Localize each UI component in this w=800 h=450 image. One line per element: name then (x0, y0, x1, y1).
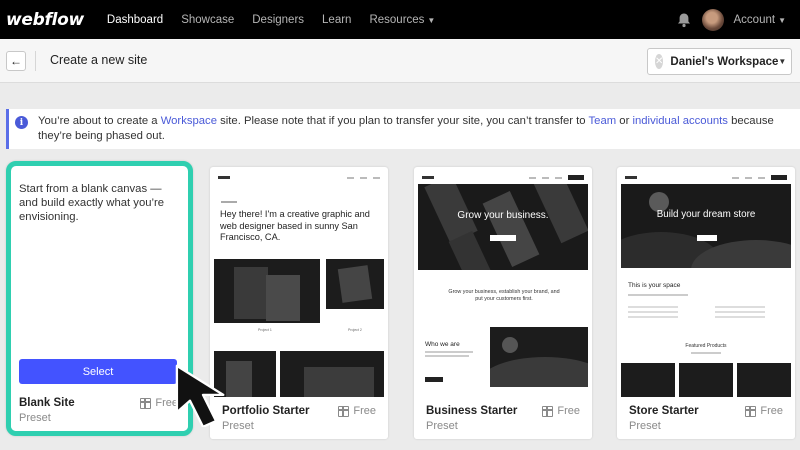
preview-heading: Hey there! I'm a creative graphic and we… (220, 209, 370, 242)
chevron-down-icon: ▼ (778, 15, 786, 25)
page-title: Create a new site (50, 53, 148, 67)
card-footer: Blank Site Preset Free (11, 391, 188, 431)
nav-right: Account ▼ (676, 8, 786, 31)
gift-icon (338, 405, 350, 417)
card-footer: Business Starter Preset Free (414, 397, 592, 439)
back-button[interactable]: ← (6, 51, 26, 71)
nav-links: Dashboard Showcase Designers Learn Resou… (98, 14, 444, 26)
price-badge: Free (745, 405, 783, 417)
card-name: Portfolio Starter (222, 405, 310, 417)
mouse-pointer-icon (175, 364, 225, 427)
card-footer: Portfolio Starter Preset Free (210, 397, 388, 439)
template-preview: Build your dream store This is your spac… (621, 171, 791, 397)
price-badge: Free (542, 405, 580, 417)
price-badge: Free (140, 397, 178, 409)
avatar[interactable] (701, 8, 724, 31)
price-badge: Free (338, 405, 376, 417)
banner-text: You’re about to create a Workspace site.… (38, 114, 794, 144)
price-label: Free (760, 405, 783, 417)
banner-text-part: You’re about to create a (38, 115, 161, 127)
webflow-logo[interactable]: webflow (6, 10, 84, 30)
info-icon: i (15, 116, 28, 129)
select-button[interactable]: Select (19, 359, 177, 384)
blank-site-description: Start from a blank canvas — and build ex… (19, 183, 165, 223)
team-link[interactable]: Team (589, 115, 617, 127)
card-preset: Preset (19, 412, 51, 424)
workspace-icon: ✕ (655, 54, 664, 69)
preview-tagline: Grow your business, establish your brand… (448, 289, 560, 302)
workspace-label: Daniel's Workspace (670, 55, 779, 68)
template-preview: Hey there! I'm a creative graphic and we… (214, 171, 384, 397)
nav-dashboard[interactable]: Dashboard (98, 14, 172, 26)
card-preset: Preset (629, 420, 661, 432)
template-card-store-starter[interactable]: Build your dream store This is your spac… (617, 167, 795, 439)
workspace-link[interactable]: Workspace (161, 115, 217, 127)
account-label: Account (733, 13, 776, 26)
template-preview: Grow your business. Grow your business, … (418, 171, 588, 397)
chevron-down-icon: ▼ (427, 15, 436, 25)
card-footer: Store Starter Preset Free (617, 397, 795, 439)
template-card-portfolio-starter[interactable]: Hey there! I'm a creative graphic and we… (210, 167, 388, 439)
top-nav: webflow Dashboard Showcase Designers Lea… (0, 0, 800, 39)
banner-text-part: or (616, 115, 633, 127)
bell-icon[interactable] (676, 12, 692, 28)
preview-nav (418, 171, 588, 184)
nav-designers[interactable]: Designers (243, 14, 313, 26)
account-menu[interactable]: Account ▼ (734, 14, 786, 26)
preview-project-2: Project 2 (348, 328, 362, 332)
gift-icon (542, 405, 554, 417)
card-name: Blank Site (19, 397, 75, 409)
nav-resources-label: Resources (369, 13, 425, 26)
card-name: Business Starter (426, 405, 518, 417)
chevron-down-icon: ▼ (778, 57, 787, 66)
preview-nav (214, 171, 384, 184)
workspace-select[interactable]: ✕ Daniel's Workspace ▼ (647, 48, 792, 75)
preview-who: Who we are (425, 341, 460, 348)
preview-hero: Build your dream store (656, 209, 756, 220)
template-card-business-starter[interactable]: Grow your business. Grow your business, … (414, 167, 592, 439)
nav-showcase[interactable]: Showcase (172, 14, 243, 26)
card-name: Store Starter (629, 405, 699, 417)
nav-resources[interactable]: Resources ▼ (360, 14, 444, 26)
price-label: Free (557, 405, 580, 417)
gift-icon (745, 405, 757, 417)
preview-hero: Grow your business. (457, 210, 549, 221)
gift-icon (140, 397, 152, 409)
preview-project-1: Project 1 (258, 328, 272, 332)
banner-text-part: site. Please note that if you plan to tr… (216, 115, 589, 127)
nav-learn[interactable]: Learn (313, 14, 360, 26)
preview-featured: Featured Products (685, 343, 727, 349)
price-label: Free (353, 405, 376, 417)
divider (35, 51, 36, 71)
individual-accounts-link[interactable]: individual accounts (632, 115, 727, 127)
page-header: ← Create a new site ✕ Daniel's Workspace… (0, 39, 800, 83)
template-card-blank-site[interactable]: Start from a blank canvas — and build ex… (6, 161, 193, 436)
card-preset: Preset (426, 420, 458, 432)
preview-space: This is your space (628, 282, 681, 289)
preview-nav (621, 171, 791, 184)
info-banner: i You’re about to create a Workspace sit… (6, 109, 800, 149)
arrow-left-icon: ← (10, 54, 22, 68)
